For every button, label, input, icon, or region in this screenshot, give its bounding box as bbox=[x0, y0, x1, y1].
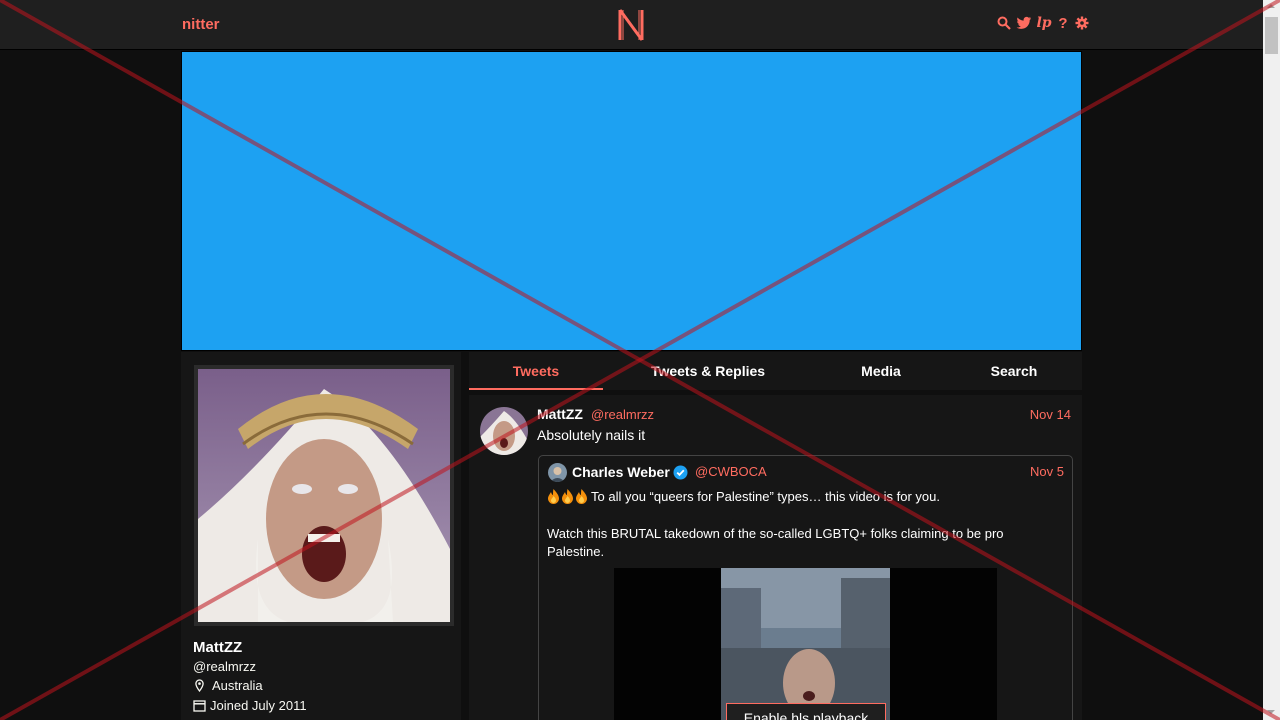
quote-text-line1-text: To all you “queers for Palestine” types…… bbox=[591, 489, 940, 504]
profile-banner[interactable] bbox=[181, 51, 1082, 351]
scrollbar-thumb[interactable] bbox=[1265, 17, 1278, 54]
lp-icon[interactable]: lp bbox=[1036, 15, 1051, 31]
tweet-date[interactable]: Nov 14 bbox=[1030, 407, 1071, 422]
twitter-bird-icon[interactable] bbox=[1016, 15, 1032, 31]
quote-text-line1: To all you “queers for Palestine” types…… bbox=[547, 489, 940, 504]
tab-search[interactable]: Search bbox=[975, 352, 1053, 390]
scroll-up-arrow-icon[interactable] bbox=[1267, 4, 1275, 8]
tweet-avatar-image bbox=[480, 407, 528, 455]
profile-location: Australia bbox=[193, 678, 263, 693]
quote-avatar[interactable] bbox=[548, 463, 567, 482]
page-scrollbar[interactable] bbox=[1263, 0, 1280, 720]
calendar-icon bbox=[193, 700, 206, 712]
profile-handle[interactable]: @realmrzz bbox=[193, 659, 256, 674]
fire-emoji-icon bbox=[547, 489, 588, 504]
tweet-author-handle[interactable]: @realmrzz bbox=[591, 407, 654, 422]
verified-badge-icon bbox=[673, 465, 688, 480]
tab-tweets[interactable]: Tweets bbox=[469, 352, 603, 390]
settings-gear-icon[interactable] bbox=[1075, 15, 1089, 31]
quoted-tweet[interactable]: Charles Weber @CWBOCA Nov 5 To all you “… bbox=[538, 455, 1073, 720]
navbar: nitter lp ? bbox=[0, 0, 1263, 50]
profile-card: MattZZ @realmrzz Australia Joined July 2… bbox=[181, 352, 461, 720]
brand-link[interactable]: nitter bbox=[182, 16, 220, 33]
tweet-author-name[interactable]: MattZZ bbox=[537, 406, 583, 422]
timeline: MattZZ @realmrzz Nov 14 Absolutely nails… bbox=[469, 395, 1082, 720]
tab-tweets-replies[interactable]: Tweets & Replies bbox=[629, 352, 787, 390]
profile-name[interactable]: MattZZ bbox=[193, 639, 242, 656]
profile-join-text: Joined July 2011 bbox=[210, 698, 307, 713]
search-icon[interactable] bbox=[997, 15, 1011, 31]
help-icon[interactable]: ? bbox=[1056, 15, 1070, 32]
tweet-text: Absolutely nails it bbox=[537, 427, 646, 443]
profile-avatar[interactable] bbox=[194, 365, 454, 626]
map-pin-icon bbox=[195, 679, 204, 692]
nav-icons: lp ? bbox=[997, 15, 1089, 32]
enable-hls-playback-button[interactable]: Enable hls playback bbox=[726, 703, 886, 720]
timeline-tabs: Tweets Tweets & Replies Media Search bbox=[469, 352, 1082, 390]
quote-text-line2: Watch this BRUTAL takedown of the so-cal… bbox=[547, 526, 1004, 559]
video-player[interactable]: Enable hls playback bbox=[614, 568, 997, 720]
quote-date[interactable]: Nov 5 bbox=[1030, 464, 1064, 479]
tab-media[interactable]: Media bbox=[839, 352, 923, 390]
profile-location-text: Australia bbox=[212, 678, 263, 693]
quote-author-handle[interactable]: @CWBOCA bbox=[695, 464, 767, 479]
quote-author-name[interactable]: Charles Weber bbox=[572, 464, 670, 480]
profile-join-date: Joined July 2011 bbox=[193, 698, 307, 713]
nitter-logo-icon[interactable] bbox=[617, 8, 645, 42]
quote-avatar-image bbox=[548, 463, 567, 482]
scroll-down-arrow-icon[interactable] bbox=[1267, 710, 1275, 714]
tweet-avatar[interactable] bbox=[480, 407, 528, 455]
video-thumbnail bbox=[721, 568, 890, 720]
profile-avatar-image bbox=[198, 369, 450, 622]
